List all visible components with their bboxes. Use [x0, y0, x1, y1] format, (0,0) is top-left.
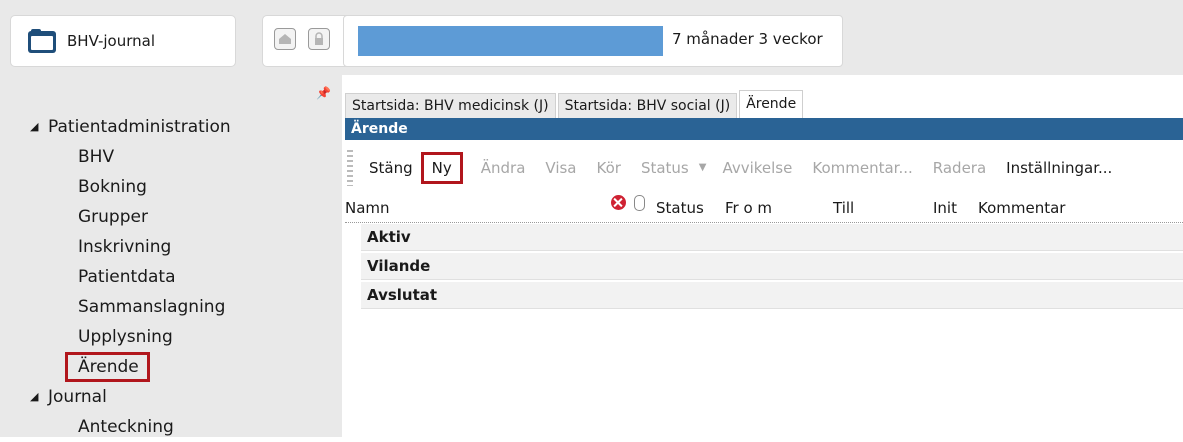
tree-item-grupper[interactable]: Grupper [0, 202, 340, 232]
new-button[interactable]: Ny [420, 151, 463, 184]
patient-name-redacted [358, 26, 663, 56]
close-button[interactable]: Stäng [369, 159, 413, 177]
patient-bar: 7 månader 3 veckor [343, 15, 843, 67]
comment-button[interactable]: Kommentar... [812, 159, 912, 177]
table-row[interactable]: Vilande [361, 253, 1183, 280]
expand-arrow-icon[interactable]: ◢ [30, 112, 38, 142]
attachment-icon [634, 195, 645, 211]
run-button[interactable]: Kör [597, 159, 621, 177]
tree-item-anteckning[interactable]: Anteckning [0, 412, 340, 442]
edit-button[interactable]: Ändra [481, 159, 526, 177]
tree-item-inskrivning[interactable]: Inskrivning [0, 232, 340, 262]
deviation-button[interactable]: Avvikelse [722, 159, 792, 177]
tab-bhv-medicinsk[interactable]: Startsida: BHV medicinsk (J) [345, 93, 556, 118]
column-to[interactable]: Till [833, 195, 854, 222]
navigation-tree: ◢ Patientadministration BHV Bokning Grup… [0, 112, 340, 442]
table-row[interactable]: Aktiv [361, 224, 1183, 251]
journal-button[interactable]: BHV-journal [10, 15, 236, 67]
top-icon-group [262, 15, 352, 67]
error-icon [611, 195, 626, 210]
selected-item-highlight: Ärende [65, 352, 150, 382]
chevron-down-icon[interactable]: ▼ [699, 162, 707, 173]
view-button[interactable]: Visa [545, 159, 576, 177]
folder-icon [27, 28, 57, 54]
tree-group-journal[interactable]: ◢ Journal [0, 382, 340, 412]
tree-item-bokning[interactable]: Bokning [0, 172, 340, 202]
table-row[interactable]: Avslutat [361, 282, 1183, 309]
tree-item-arende[interactable]: Ärende [0, 352, 340, 382]
tree-item-upplysning[interactable]: Upplysning [0, 322, 340, 352]
tab-bhv-social[interactable]: Startsida: BHV social (J) [557, 93, 738, 118]
tree-item-bhv[interactable]: BHV [0, 142, 340, 172]
lock-icon[interactable] [308, 28, 330, 50]
journal-label: BHV-journal [67, 32, 155, 50]
column-comment[interactable]: Kommentar [978, 195, 1065, 222]
toolbar-grip[interactable] [347, 149, 353, 186]
delete-button[interactable]: Radera [933, 159, 986, 177]
home-icon[interactable] [274, 28, 296, 50]
column-init[interactable]: Init [933, 195, 957, 222]
patient-age: 7 månader 3 veckor [672, 30, 823, 48]
settings-button[interactable]: Inställningar... [1006, 159, 1112, 177]
tree-item-sammanslagning[interactable]: Sammanslagning [0, 292, 340, 322]
tab-bar: Startsida: BHV medicinsk (J) Startsida: … [345, 90, 805, 118]
section-title: Ärende [345, 118, 1183, 140]
expand-arrow-icon[interactable]: ◢ [30, 382, 38, 412]
pin-icon[interactable]: 📌 [316, 86, 331, 100]
tree-item-patientdata[interactable]: Patientdata [0, 262, 340, 292]
tab-arende[interactable]: Ärende [739, 90, 804, 118]
toolbar: Stäng Ny Ändra Visa Kör Status ▼ Avvikel… [345, 140, 1183, 195]
column-name[interactable]: Namn [345, 195, 390, 222]
column-header-row: Namn Status Fr o m Till Init Kommentar [345, 195, 1183, 223]
tree-group-patientadministration[interactable]: ◢ Patientadministration [0, 112, 340, 142]
column-status[interactable]: Status [656, 195, 704, 222]
status-dropdown[interactable]: Status [641, 159, 689, 177]
column-from[interactable]: Fr o m [725, 195, 772, 222]
